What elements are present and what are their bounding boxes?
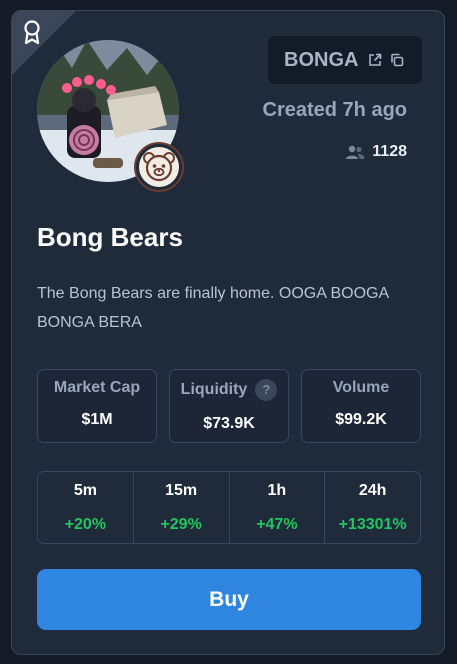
stat-label-row: Liquidity ? <box>170 379 288 401</box>
external-link-icon[interactable] <box>368 53 382 67</box>
change-percent: +29% <box>160 516 202 533</box>
stat-liquidity: Liquidity ? $73.9K <box>169 369 289 443</box>
change-1h: 1h +47% <box>230 472 326 543</box>
change-percent: +20% <box>64 516 107 533</box>
change-period: 1h <box>267 482 287 499</box>
change-percent: +13301% <box>338 516 407 533</box>
holders-count: 1128 <box>345 143 407 161</box>
change-15m: 15m +29% <box>134 472 230 543</box>
token-name: Bong Bears <box>37 222 183 252</box>
help-icon[interactable]: ? <box>255 379 278 401</box>
copy-icon[interactable] <box>390 53 404 67</box>
ticker-label: BONGA <box>284 48 359 71</box>
change-period: 15m <box>165 482 198 499</box>
bear-face-icon <box>136 144 182 190</box>
price-changes: 5m +20% 15m +29% 1h +47% 24h +13301% <box>37 471 421 544</box>
token-description: The Bong Bears are finally home. OOGA BO… <box>37 285 389 331</box>
stat-value: $73.9K <box>203 415 255 432</box>
change-percent: +47% <box>256 516 298 533</box>
stat-label: Volume <box>332 379 390 396</box>
change-5m: 5m +20% <box>38 472 134 543</box>
created-time: Created 7h ago <box>262 99 407 121</box>
holders-value: 1128 <box>372 143 407 160</box>
stat-label: Market Cap <box>53 379 141 396</box>
stat-value: $1M <box>81 411 113 428</box>
ticker-chip[interactable]: BONGA <box>268 36 422 84</box>
change-period: 5m <box>73 482 97 499</box>
stat-market-cap: Market Cap $1M <box>37 369 157 443</box>
token-card[interactable]: BONGA Created 7h ago 1128 Bong Bears The… <box>11 10 445 655</box>
stat-label: Liquidity <box>180 381 248 398</box>
buy-button[interactable]: Buy <box>37 569 421 630</box>
change-24h: 24h +13301% <box>325 472 420 543</box>
users-icon <box>346 145 365 159</box>
award-ribbon-icon <box>24 20 40 45</box>
stat-volume: Volume $99.2K <box>301 369 421 443</box>
change-period: 24h <box>358 482 387 499</box>
stat-value: $99.2K <box>335 411 387 428</box>
